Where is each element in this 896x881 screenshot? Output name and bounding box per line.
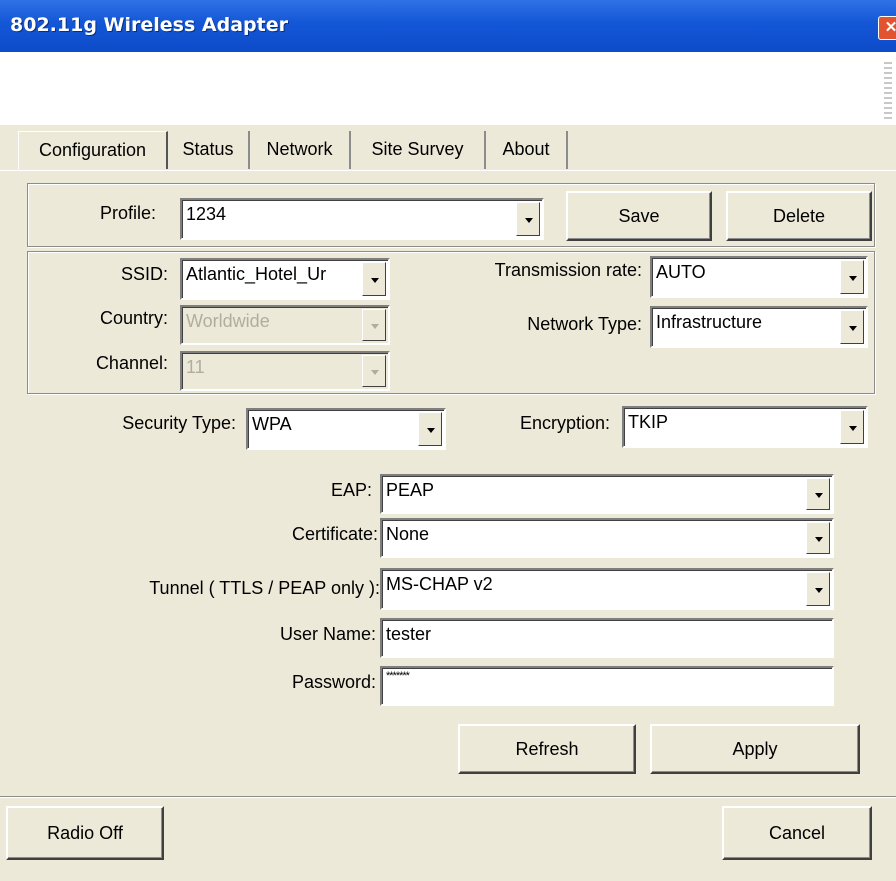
tunnel-label: Tunnel ( TTLS / PEAP only ):: [149, 578, 380, 598]
bottom-separator: [0, 796, 896, 798]
tunnel-select[interactable]: MS-CHAP v2: [380, 568, 834, 610]
username-input[interactable]: tester: [380, 618, 834, 658]
profile-label: Profile:: [99, 203, 156, 223]
window-title: 802.11g Wireless Adapter: [10, 14, 288, 36]
close-button[interactable]: ✕: [878, 16, 896, 40]
eap-label: EAP:: [330, 480, 372, 500]
country-select: Worldwide: [180, 305, 390, 345]
chevron-down-icon[interactable]: [418, 412, 442, 446]
header-band: [0, 52, 896, 125]
chevron-down-icon[interactable]: [516, 202, 540, 236]
network-type-select[interactable]: Infrastructure: [650, 306, 868, 348]
username-label: User Name:: [279, 624, 376, 644]
chevron-down-icon[interactable]: [362, 262, 386, 296]
password-input[interactable]: *******: [380, 666, 834, 706]
certificate-value: None: [386, 524, 430, 544]
apply-button[interactable]: Apply: [650, 724, 860, 774]
delete-button[interactable]: Delete: [726, 191, 872, 241]
radio-off-button[interactable]: Radio Off: [6, 806, 164, 860]
cancel-button[interactable]: Cancel: [722, 806, 872, 860]
eap-select[interactable]: PEAP: [380, 474, 834, 514]
chevron-down-icon[interactable]: [840, 410, 864, 444]
tab-status[interactable]: Status: [168, 131, 250, 169]
certificate-select[interactable]: None: [380, 518, 834, 558]
certificate-label: Certificate:: [291, 524, 378, 544]
transmission-rate-value: AUTO: [656, 262, 706, 282]
ssid-label: SSID:: [120, 264, 168, 284]
profile-value: 1234: [186, 204, 227, 224]
security-type-select[interactable]: WPA: [246, 408, 446, 450]
transmission-rate-select[interactable]: AUTO: [650, 256, 868, 298]
channel-label: Channel:: [95, 353, 168, 373]
encryption-value: TKIP: [628, 412, 669, 432]
security-type-label: Security Type:: [122, 413, 236, 433]
tab-about[interactable]: About: [486, 131, 568, 169]
username-value: tester: [386, 624, 432, 644]
country-value: Worldwide: [186, 311, 270, 331]
ssid-value: Atlantic_Hotel_Ur: [186, 264, 327, 284]
ssid-select[interactable]: Atlantic_Hotel_Ur: [180, 258, 390, 300]
transmission-rate-label: Transmission rate:: [494, 260, 642, 280]
tab-configuration[interactable]: Configuration: [18, 131, 168, 169]
channel-select: 11: [180, 351, 390, 391]
chevron-down-icon[interactable]: [840, 310, 864, 344]
chevron-down-icon[interactable]: [806, 478, 830, 510]
channel-value: 11: [186, 357, 205, 377]
password-label: Password:: [291, 672, 376, 692]
chevron-down-icon[interactable]: [806, 522, 830, 554]
country-label: Country:: [99, 308, 168, 328]
tab-site-survey[interactable]: Site Survey: [351, 131, 486, 169]
chevron-down-icon: [362, 309, 386, 341]
eap-value: PEAP: [386, 480, 435, 500]
network-type-label: Network Type:: [527, 314, 642, 334]
password-value: *******: [386, 670, 410, 682]
encryption-select[interactable]: TKIP: [622, 406, 868, 448]
profile-select[interactable]: 1234: [180, 198, 544, 240]
chevron-down-icon: [362, 355, 386, 387]
chevron-down-icon[interactable]: [806, 572, 830, 606]
refresh-button[interactable]: Refresh: [458, 724, 636, 774]
security-type-value: WPA: [252, 414, 292, 434]
resize-grip-icon: [884, 62, 892, 120]
save-button[interactable]: Save: [566, 191, 712, 241]
encryption-label: Encryption:: [519, 413, 610, 433]
tunnel-value: MS-CHAP v2: [386, 574, 493, 594]
tab-strip-line: [0, 170, 896, 171]
network-type-value: Infrastructure: [656, 312, 763, 332]
tab-network[interactable]: Network: [250, 131, 351, 169]
chevron-down-icon[interactable]: [840, 260, 864, 294]
